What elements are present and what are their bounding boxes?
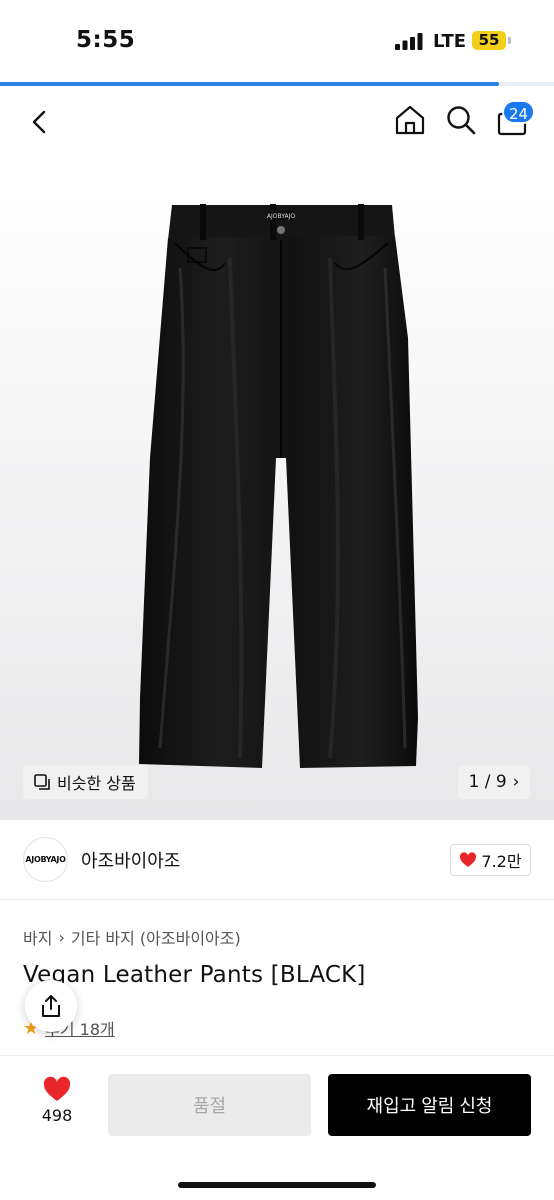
product-title: Vegan Leather Pants [BLACK] [23, 962, 366, 988]
similar-products-button[interactable]: 비슷한 상품 [23, 765, 148, 799]
bottom-action-bar: 498 품절 재입고 알림 신청 [0, 1055, 554, 1200]
status-time: 5:55 [76, 27, 136, 53]
brand-like-count: 7.2만 [481, 852, 522, 871]
sold-out-button[interactable]: 품절 [108, 1074, 311, 1136]
brand-row[interactable]: AJOBYAJO 아조바이아조 7.2만 [0, 820, 554, 900]
chevron-left-icon[interactable] [22, 104, 58, 140]
chevron-right-icon: › [512, 772, 520, 792]
image-pager-count: 1 / 9 [468, 772, 507, 792]
cart-count-badge: 24 [502, 100, 536, 124]
restock-alert-button[interactable]: 재입고 알림 신청 [328, 1074, 531, 1136]
product-image-gallery[interactable]: AJOBYAJO 비슷한 상품 1 / 9 › [0, 158, 554, 820]
image-pager[interactable]: 1 / 9 › [458, 765, 530, 799]
waistband-label: AJOBYAJO [267, 213, 295, 220]
cellular-signal-icon [395, 33, 423, 50]
status-bar: 5:55 LTE 55 [0, 0, 554, 84]
wishlist-count: 498 [41, 1106, 73, 1125]
brand-name[interactable]: 아조바이아조 [81, 847, 180, 873]
similar-products-label: 비슷한 상품 [57, 774, 136, 793]
home-indicator [178, 1182, 376, 1188]
brand-logo[interactable]: AJOBYAJO [23, 837, 68, 882]
breadcrumb-subcategory[interactable]: 기타 바지 (아조바이아조) [71, 925, 241, 949]
search-icon[interactable] [443, 102, 479, 138]
share-button[interactable] [25, 980, 77, 1032]
heart-icon [43, 1076, 71, 1101]
battery-indicator: 55 [472, 31, 506, 50]
breadcrumb: 바지 › 기타 바지 (아조바이아조) [23, 925, 241, 949]
wishlist-button[interactable]: 498 [30, 1076, 84, 1125]
product-image: AJOBYAJO [139, 204, 418, 768]
top-nav [0, 86, 554, 158]
breadcrumb-separator: › [58, 927, 65, 947]
network-type: LTE [433, 31, 467, 52]
copy-icon [34, 774, 50, 790]
heart-icon [460, 852, 477, 867]
breadcrumb-category[interactable]: 바지 [23, 925, 52, 949]
brand-like-button[interactable]: 7.2만 [450, 844, 531, 876]
battery-tip [508, 37, 511, 44]
share-icon [42, 995, 60, 1017]
home-icon[interactable] [392, 102, 428, 138]
